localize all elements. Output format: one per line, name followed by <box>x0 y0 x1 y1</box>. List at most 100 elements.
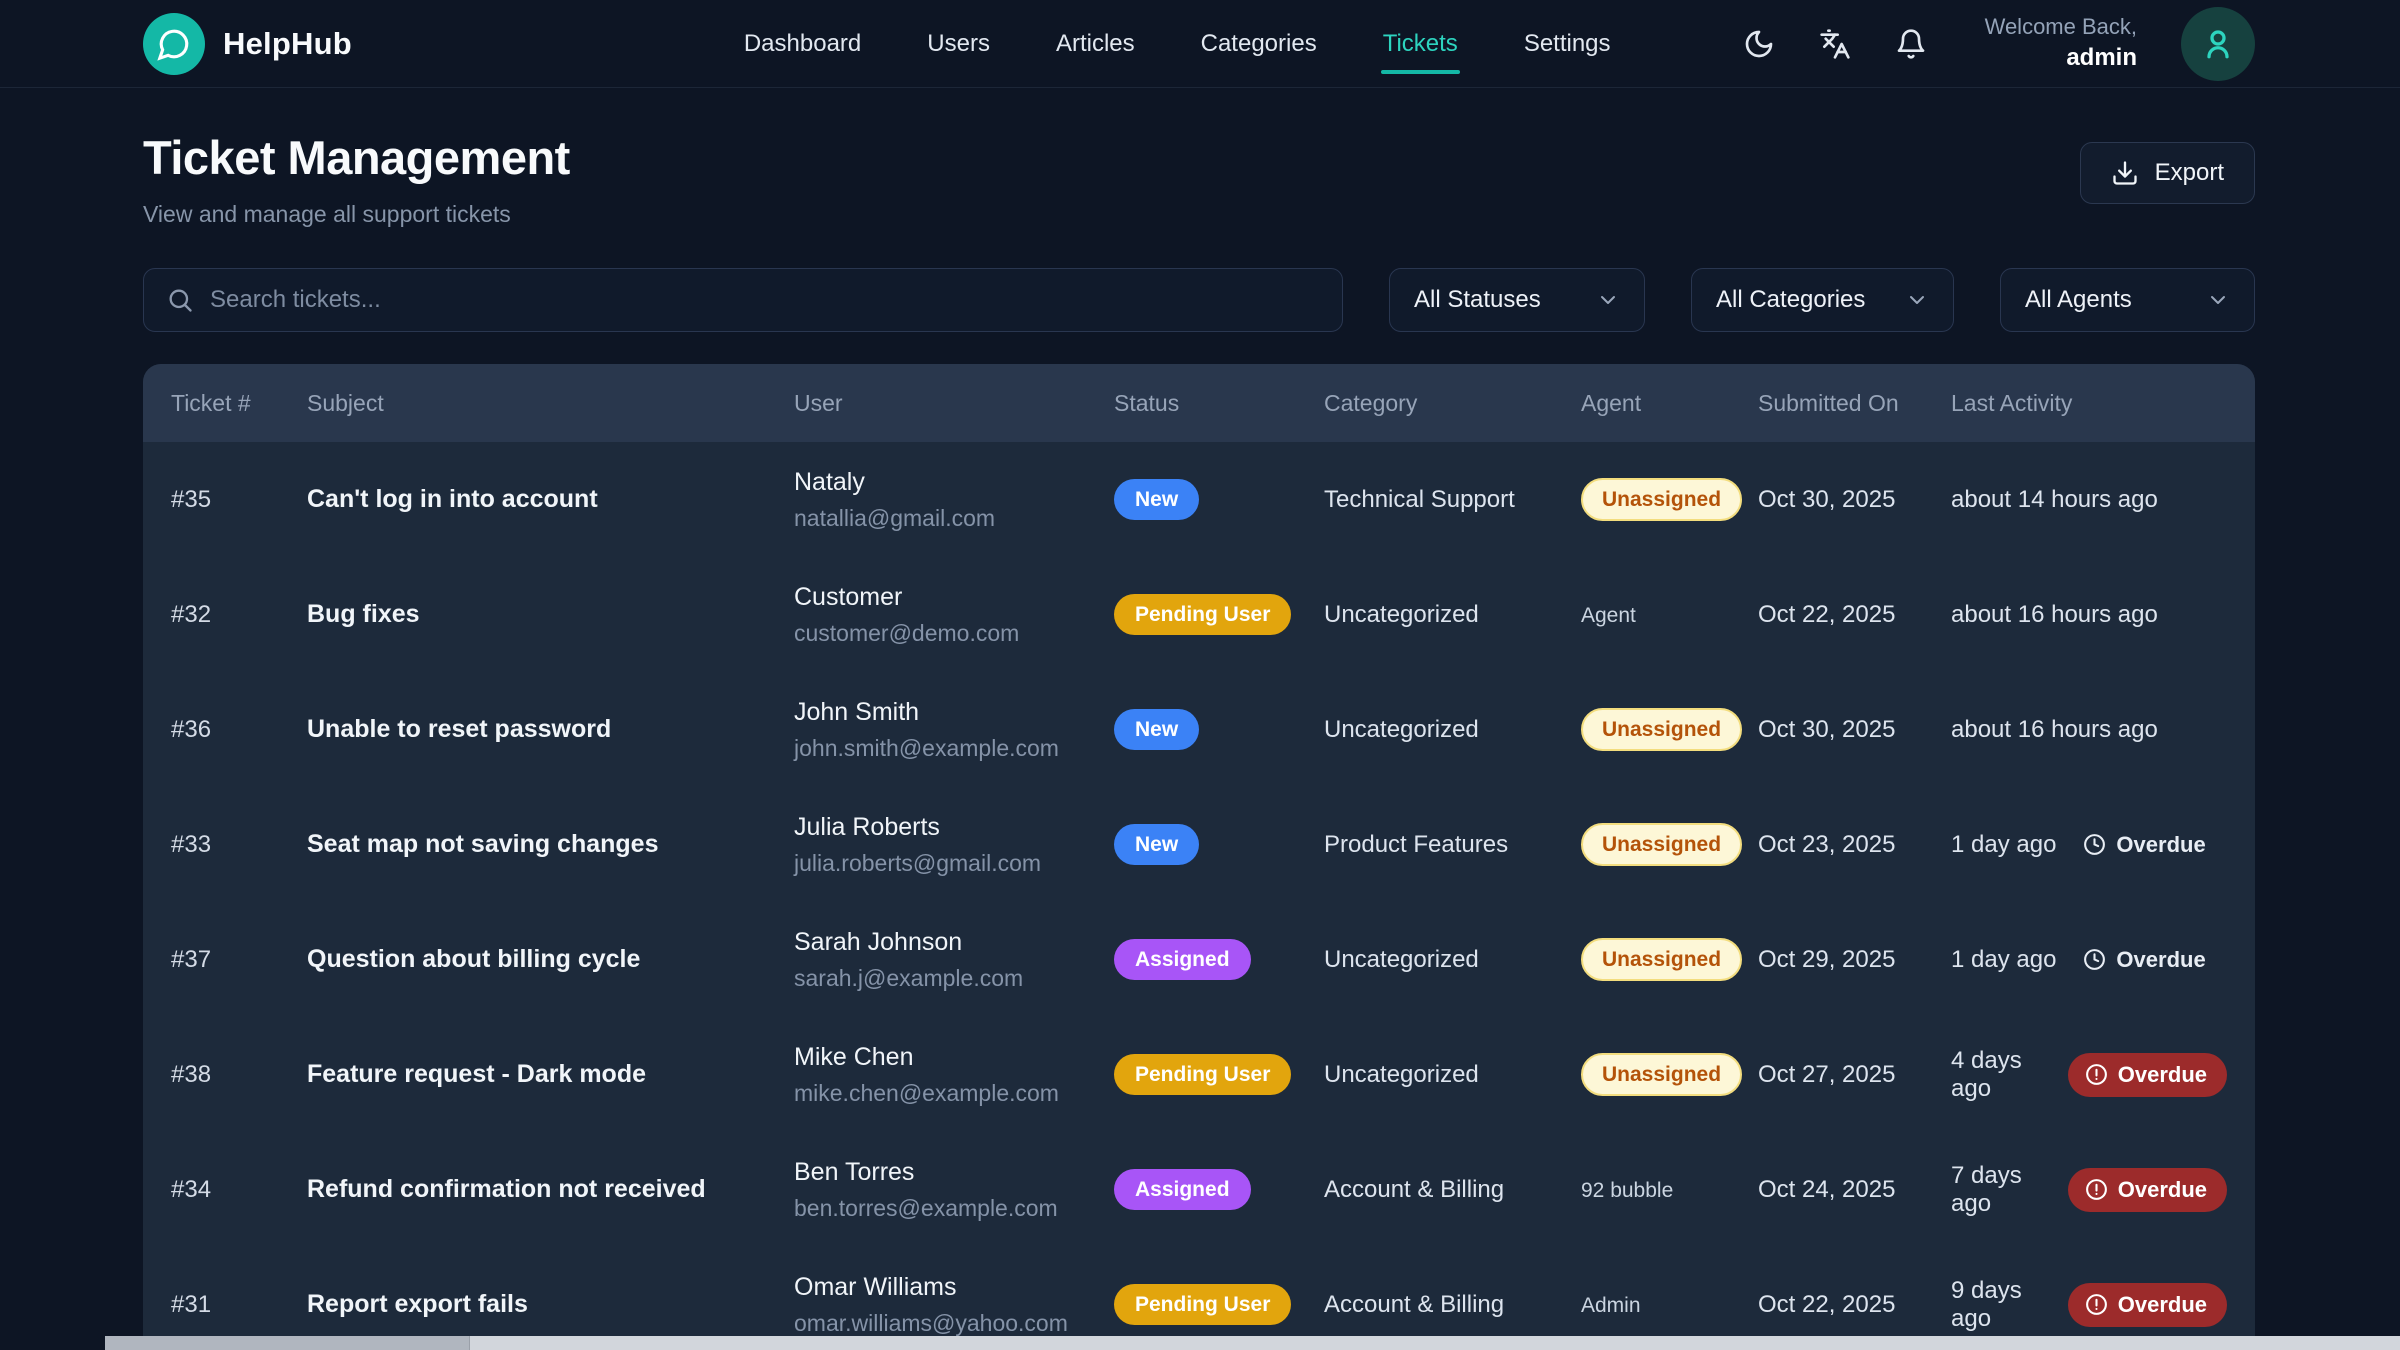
table-row[interactable]: #33 Seat map not saving changes Julia Ro… <box>143 787 2255 902</box>
user-name: Julia Roberts <box>794 813 1114 842</box>
ticket-agent-cell: Unassigned <box>1581 478 1758 521</box>
clock-icon <box>2082 832 2107 857</box>
submitted-on: Oct 22, 2025 <box>1758 1291 1951 1319</box>
ticket-status-cell: New <box>1114 709 1324 750</box>
table-row[interactable]: #37 Question about billing cycle Sarah J… <box>143 902 2255 1017</box>
user-name: Mike Chen <box>794 1043 1114 1072</box>
ticket-table-body: #35 Can't log in into account Nataly nat… <box>143 442 2255 1350</box>
chevron-down-icon <box>1905 288 1929 312</box>
download-icon <box>2111 159 2139 187</box>
status-badge: Assigned <box>1114 939 1251 980</box>
ticket-id: #36 <box>171 716 307 744</box>
table-row[interactable]: #38 Feature request - Dark mode Mike Che… <box>143 1017 2255 1132</box>
col-category: Category <box>1324 390 1581 417</box>
activity-text: 1 day ago <box>1951 831 2056 859</box>
last-activity-cell: 4 days ago Overdue <box>1951 1047 2227 1103</box>
ticket-status-cell: Assigned <box>1114 939 1324 980</box>
category-filter-value: All Categories <box>1716 286 1865 314</box>
search-box <box>143 268 1343 332</box>
table-row[interactable]: #35 Can't log in into account Nataly nat… <box>143 442 2255 557</box>
agent-value: Unassigned <box>1581 938 1742 981</box>
activity-text: 4 days ago <box>1951 1047 2042 1103</box>
activity-text: about 14 hours ago <box>1951 486 2158 514</box>
agent-value: Unassigned <box>1581 1053 1742 1096</box>
table-row[interactable]: #34 Refund confirmation not received Ben… <box>143 1132 2255 1247</box>
page-subtitle: View and manage all support tickets <box>143 201 570 228</box>
nav-item-settings[interactable]: Settings <box>1522 4 1613 84</box>
status-badge: New <box>1114 824 1199 865</box>
nav-item-categories[interactable]: Categories <box>1199 4 1319 84</box>
ticket-category: Technical Support <box>1324 486 1581 514</box>
last-activity-cell: 7 days ago Overdue <box>1951 1162 2227 1218</box>
ticket-status-cell: Assigned <box>1114 1169 1324 1210</box>
submitted-on: Oct 29, 2025 <box>1758 946 1951 974</box>
status-badge: New <box>1114 479 1199 520</box>
brand-name: HelpHub <box>223 26 352 62</box>
nav-item-users[interactable]: Users <box>925 4 992 84</box>
ticket-id: #38 <box>171 1061 307 1089</box>
last-activity-cell: about 14 hours ago <box>1951 486 2227 514</box>
status-badge: New <box>1114 709 1199 750</box>
category-filter-dropdown[interactable]: All Categories <box>1691 268 1954 332</box>
export-button[interactable]: Export <box>2080 142 2255 204</box>
user-avatar[interactable] <box>2181 7 2255 81</box>
nav-item-articles[interactable]: Articles <box>1054 4 1137 84</box>
agent-value: Admin <box>1581 1294 1641 1317</box>
overdue-indicator: Overdue <box>2068 1053 2227 1097</box>
user-name: Sarah Johnson <box>794 928 1114 957</box>
ticket-subject: Feature request - Dark mode <box>307 1060 794 1089</box>
nav-item-dashboard[interactable]: Dashboard <box>742 4 863 84</box>
ticket-id: #32 <box>171 601 307 629</box>
col-submitted-on: Submitted On <box>1758 390 1951 417</box>
user-name: Nataly <box>794 468 1114 497</box>
scrollbar-thumb[interactable] <box>105 1336 470 1350</box>
nav-item-tickets[interactable]: Tickets <box>1381 4 1460 84</box>
overdue-indicator: Overdue <box>2082 947 2205 973</box>
overdue-label: Overdue <box>2116 832 2205 858</box>
horizontal-scrollbar[interactable] <box>105 1336 2400 1350</box>
theme-toggle-moon-icon[interactable] <box>1743 28 1775 60</box>
ticket-agent-cell: Unassigned <box>1581 708 1758 751</box>
chevron-down-icon <box>2206 288 2230 312</box>
col-agent: Agent <box>1581 390 1758 417</box>
user-name: John Smith <box>794 698 1114 727</box>
table-row[interactable]: #32 Bug fixes Customer customer@demo.com… <box>143 557 2255 672</box>
table-row[interactable]: #31 Report export fails Omar Williams om… <box>143 1247 2255 1350</box>
ticket-user-cell: Ben Torres ben.torres@example.com <box>794 1158 1114 1222</box>
ticket-category: Product Features <box>1324 831 1581 859</box>
activity-text: about 16 hours ago <box>1951 601 2158 629</box>
ticket-user-cell: Sarah Johnson sarah.j@example.com <box>794 928 1114 992</box>
overdue-label: Overdue <box>2116 947 2205 973</box>
overdue-label: Overdue <box>2118 1292 2207 1318</box>
search-input[interactable] <box>210 286 1320 314</box>
ticket-category: Uncategorized <box>1324 716 1581 744</box>
brand-logo[interactable]: HelpHub <box>143 13 352 75</box>
status-filter-value: All Statuses <box>1414 286 1541 314</box>
language-icon[interactable] <box>1819 28 1851 60</box>
table-row[interactable]: #36 Unable to reset password John Smith … <box>143 672 2255 787</box>
overdue-label: Overdue <box>2118 1177 2207 1203</box>
ticket-status-cell: New <box>1114 824 1324 865</box>
agent-value: Unassigned <box>1581 708 1742 751</box>
ticket-agent-cell: Unassigned <box>1581 938 1758 981</box>
ticket-status-cell: New <box>1114 479 1324 520</box>
activity-text: 1 day ago <box>1951 946 2056 974</box>
submitted-on: Oct 24, 2025 <box>1758 1176 1951 1204</box>
ticket-category: Uncategorized <box>1324 601 1581 629</box>
notifications-bell-icon[interactable] <box>1895 28 1927 60</box>
ticket-agent-cell: Admin <box>1581 1291 1758 1319</box>
overdue-indicator: Overdue <box>2082 832 2205 858</box>
ticket-id: #33 <box>171 831 307 859</box>
page-title-block: Ticket Management View and manage all su… <box>143 130 570 228</box>
agent-filter-dropdown[interactable]: All Agents <box>2000 268 2255 332</box>
user-name: Customer <box>794 583 1114 612</box>
top-navigation-bar: HelpHub Dashboard Users Articles Categor… <box>0 0 2400 88</box>
ticket-id: #37 <box>171 946 307 974</box>
col-subject: Subject <box>307 390 794 417</box>
ticket-user-cell: Omar Williams omar.williams@yahoo.com <box>794 1273 1114 1337</box>
chevron-down-icon <box>1596 288 1620 312</box>
export-label: Export <box>2155 159 2224 187</box>
status-filter-dropdown[interactable]: All Statuses <box>1389 268 1645 332</box>
last-activity-cell: 1 day ago Overdue <box>1951 946 2227 974</box>
ticket-status-cell: Pending User <box>1114 1284 1324 1325</box>
